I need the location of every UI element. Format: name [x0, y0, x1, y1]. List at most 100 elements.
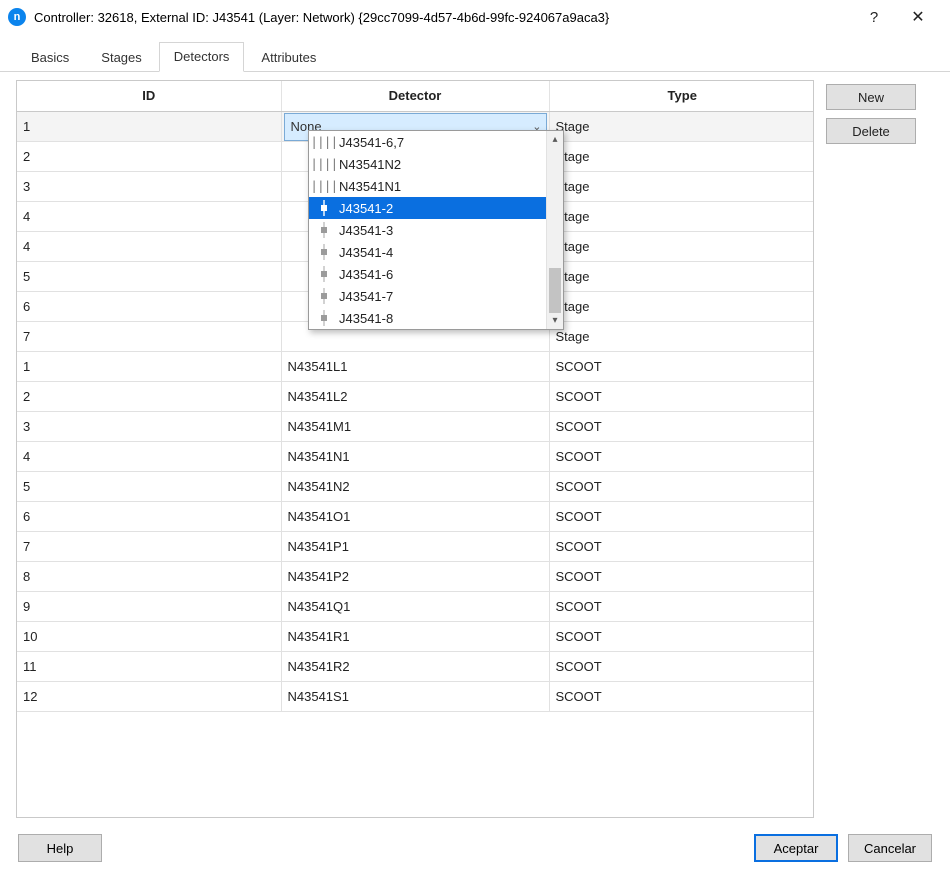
- tab-detectors[interactable]: Detectors: [159, 42, 245, 72]
- cell-type[interactable]: SCOOT: [549, 351, 814, 381]
- dropdown-item[interactable]: J43541-7: [309, 285, 546, 307]
- content-area: ID Detector Type 1None⌄Stage2Stage3Stage…: [0, 72, 950, 818]
- cell-id[interactable]: 10: [17, 621, 281, 651]
- dropdown-item-label: J43541-7: [339, 289, 393, 304]
- cell-type[interactable]: Stage: [549, 201, 814, 231]
- cell-detector[interactable]: N43541R1: [281, 621, 549, 651]
- cell-detector[interactable]: N43541L1: [281, 351, 549, 381]
- cell-detector[interactable]: N43541N1: [281, 441, 549, 471]
- cell-type[interactable]: Stage: [549, 171, 814, 201]
- close-button[interactable]: ✕: [896, 0, 940, 34]
- table-row[interactable]: 4N43541N1SCOOT: [17, 441, 814, 471]
- cell-id[interactable]: 9: [17, 591, 281, 621]
- col-header-detector[interactable]: Detector: [281, 81, 549, 111]
- table-row[interactable]: 3N43541M1SCOOT: [17, 411, 814, 441]
- scroll-track[interactable]: [547, 148, 563, 312]
- cell-detector[interactable]: N43541S1: [281, 681, 549, 711]
- cell-id[interactable]: 7: [17, 531, 281, 561]
- cell-type[interactable]: SCOOT: [549, 471, 814, 501]
- cell-type[interactable]: SCOOT: [549, 411, 814, 441]
- cell-detector[interactable]: N43541N2: [281, 471, 549, 501]
- cell-detector[interactable]: N43541L2: [281, 381, 549, 411]
- table-row[interactable]: 8N43541P2SCOOT: [17, 561, 814, 591]
- cell-detector[interactable]: N43541O1: [281, 501, 549, 531]
- delete-button[interactable]: Delete: [826, 118, 916, 144]
- cell-id[interactable]: 4: [17, 231, 281, 261]
- dropdown-item-label: J43541-3: [339, 223, 393, 238]
- cell-id[interactable]: 8: [17, 561, 281, 591]
- cell-id[interactable]: 5: [17, 261, 281, 291]
- dropdown-item[interactable]: J43541-6: [309, 263, 546, 285]
- detector-node-icon: [315, 310, 333, 326]
- cell-type[interactable]: SCOOT: [549, 561, 814, 591]
- titlebar: n Controller: 32618, External ID: J43541…: [0, 0, 950, 34]
- dropdown-item[interactable]: ||||N43541N2: [309, 153, 546, 175]
- cell-id[interactable]: 6: [17, 291, 281, 321]
- cell-type[interactable]: SCOOT: [549, 591, 814, 621]
- scroll-thumb[interactable]: [549, 268, 561, 313]
- cell-id[interactable]: 11: [17, 651, 281, 681]
- accept-button[interactable]: Aceptar: [754, 834, 838, 862]
- detector-dropdown[interactable]: ||||J43541-6,7||||N43541N2||||N43541N1J4…: [308, 130, 564, 330]
- cell-type[interactable]: SCOOT: [549, 501, 814, 531]
- table-row[interactable]: 2N43541L2SCOOT: [17, 381, 814, 411]
- cell-type[interactable]: SCOOT: [549, 381, 814, 411]
- cell-type[interactable]: Stage: [549, 141, 814, 171]
- cell-detector[interactable]: N43541M1: [281, 411, 549, 441]
- cell-type[interactable]: Stage: [549, 111, 814, 141]
- cell-id[interactable]: 4: [17, 201, 281, 231]
- table-row[interactable]: 5N43541N2SCOOT: [17, 471, 814, 501]
- cell-detector[interactable]: N43541Q1: [281, 591, 549, 621]
- cell-detector[interactable]: N43541P2: [281, 561, 549, 591]
- cell-type[interactable]: SCOOT: [549, 441, 814, 471]
- scroll-down-icon[interactable]: ▾: [547, 312, 563, 329]
- tab-basics[interactable]: Basics: [16, 43, 84, 72]
- scroll-up-icon[interactable]: ▴: [547, 131, 563, 148]
- cell-id[interactable]: 1: [17, 111, 281, 141]
- cell-id[interactable]: 5: [17, 471, 281, 501]
- cell-type[interactable]: SCOOT: [549, 531, 814, 561]
- cell-type[interactable]: Stage: [549, 321, 814, 351]
- dropdown-item[interactable]: J43541-4: [309, 241, 546, 263]
- cell-id[interactable]: 4: [17, 441, 281, 471]
- cell-id[interactable]: 3: [17, 171, 281, 201]
- cell-type[interactable]: Stage: [549, 291, 814, 321]
- col-header-type[interactable]: Type: [549, 81, 814, 111]
- table-row[interactable]: 7N43541P1SCOOT: [17, 531, 814, 561]
- cell-id[interactable]: 2: [17, 381, 281, 411]
- cell-type[interactable]: Stage: [549, 231, 814, 261]
- cell-type[interactable]: Stage: [549, 261, 814, 291]
- cancel-button[interactable]: Cancelar: [848, 834, 932, 862]
- cell-id[interactable]: 3: [17, 411, 281, 441]
- table-row[interactable]: 6N43541O1SCOOT: [17, 501, 814, 531]
- dropdown-scrollbar[interactable]: ▴ ▾: [546, 131, 563, 329]
- new-button[interactable]: New: [826, 84, 916, 110]
- cell-detector[interactable]: N43541P1: [281, 531, 549, 561]
- help-button-titlebar[interactable]: ?: [852, 0, 896, 34]
- dropdown-item[interactable]: ||||N43541N1: [309, 175, 546, 197]
- cell-id[interactable]: 12: [17, 681, 281, 711]
- cell-id[interactable]: 6: [17, 501, 281, 531]
- cell-id[interactable]: 7: [17, 321, 281, 351]
- cell-detector[interactable]: N43541R2: [281, 651, 549, 681]
- tab-attributes[interactable]: Attributes: [246, 43, 331, 72]
- dropdown-item[interactable]: ||||J43541-6,7: [309, 131, 546, 153]
- table-row[interactable]: 9N43541Q1SCOOT: [17, 591, 814, 621]
- col-header-id[interactable]: ID: [17, 81, 281, 111]
- cell-type[interactable]: SCOOT: [549, 621, 814, 651]
- dropdown-item[interactable]: J43541-2: [309, 197, 546, 219]
- dropdown-item[interactable]: J43541-3: [309, 219, 546, 241]
- table-row[interactable]: 12N43541S1SCOOT: [17, 681, 814, 711]
- cell-type[interactable]: SCOOT: [549, 651, 814, 681]
- dropdown-item-label: J43541-8: [339, 311, 393, 326]
- cell-id[interactable]: 2: [17, 141, 281, 171]
- table-row[interactable]: 1N43541L1SCOOT: [17, 351, 814, 381]
- dropdown-item[interactable]: J43541-8: [309, 307, 546, 329]
- table-row[interactable]: 11N43541R2SCOOT: [17, 651, 814, 681]
- table-row[interactable]: 10N43541R1SCOOT: [17, 621, 814, 651]
- tab-stages[interactable]: Stages: [86, 43, 156, 72]
- cell-id[interactable]: 1: [17, 351, 281, 381]
- detector-group-icon: ||||: [315, 179, 333, 193]
- help-button[interactable]: Help: [18, 834, 102, 862]
- cell-type[interactable]: SCOOT: [549, 681, 814, 711]
